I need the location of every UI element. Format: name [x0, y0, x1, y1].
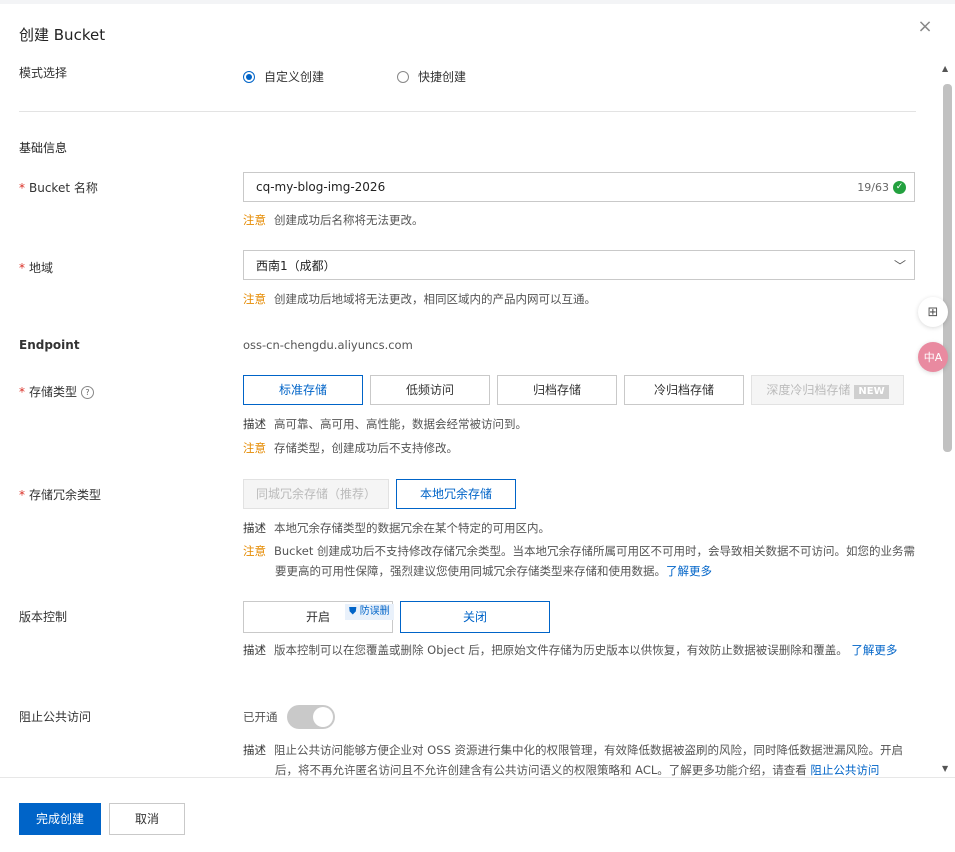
redundancy-label: * 存储冗余类型	[19, 488, 102, 502]
redundancy-zrs-button: 同城冗余存储（推荐）	[243, 479, 389, 509]
storage-deep-cold-archive-button: 深度冷归档存储 NEW	[751, 375, 904, 405]
endpoint-label: Endpoint	[19, 338, 80, 352]
anti-delete-badge: ⛊ 防误删	[345, 604, 394, 620]
storage-class-note: 注意 存储类型，创建成功后不支持修改。	[243, 441, 458, 455]
redundancy-desc: 描述 本地冗余存储类型的数据冗余在某个特定的可用区内。	[243, 521, 550, 535]
bucket-name-value: cq-my-blog-img-2026	[256, 180, 386, 194]
mode-custom-label: 自定义创建	[264, 70, 325, 84]
region-value: 西南1（成都）	[256, 258, 336, 273]
versioning-label: 版本控制	[19, 610, 68, 624]
section-title-basic: 基础信息	[19, 141, 68, 155]
new-tag: NEW	[854, 385, 889, 399]
redundancy-note: 注意 Bucket 创建成功后不支持修改存储冗余类型。当本地冗余存储所属可用区不可…	[243, 544, 915, 578]
scroll-down-icon[interactable]: ▼	[942, 764, 948, 773]
endpoint-value: oss-cn-chengdu.aliyuncs.com	[243, 338, 413, 352]
confirm-create-button[interactable]: 完成创建	[19, 803, 101, 835]
storage-standard-button[interactable]: 标准存储	[243, 375, 363, 405]
storage-ia-button[interactable]: 低频访问	[370, 375, 490, 405]
storage-archive-button[interactable]: 归档存储	[497, 375, 617, 405]
versioning-desc: 描述 版本控制可以在您覆盖或删除 Object 后，把原始文件存储为历史版本以供恢…	[243, 643, 898, 657]
check-circle-icon: ✓	[893, 180, 906, 194]
bucket-name-label: * Bucket 名称	[19, 181, 98, 195]
mode-label: 模式选择	[19, 66, 68, 80]
region-label: * 地域	[19, 261, 54, 275]
mode-quick-radio[interactable]: 快捷创建	[397, 68, 466, 85]
bucket-name-counter: 19/63	[857, 180, 889, 194]
help-icon[interactable]: ?	[81, 386, 95, 399]
grid-icon[interactable]: ⊞	[918, 297, 948, 327]
mode-quick-label: 快捷创建	[418, 70, 467, 84]
dialog-title: 创建 Bucket	[19, 26, 106, 44]
scroll-up-icon[interactable]: ▲	[942, 64, 948, 73]
bucket-name-input[interactable]: cq-my-blog-img-2026 19/63 ✓	[243, 172, 915, 202]
storage-class-label: * 存储类型?	[19, 383, 95, 400]
storage-cold-archive-button[interactable]: 冷归档存储	[624, 375, 744, 405]
mode-custom-radio[interactable]: 自定义创建	[243, 68, 324, 85]
region-note: 注意 创建成功后地域将无法更改，相同区域内的产品内网可以互通。	[243, 292, 596, 306]
public-block-label: 阻止公共访问	[19, 710, 92, 724]
region-select[interactable]: 西南1（成都） ﹀	[243, 250, 915, 280]
radio-checked-icon	[243, 70, 255, 83]
translate-icon[interactable]: 中A	[918, 342, 948, 372]
divider	[19, 111, 916, 112]
toggle-knob	[313, 707, 333, 727]
radio-unchecked-icon	[397, 70, 409, 83]
chevron-down-icon: ﹀	[893, 258, 906, 273]
public-block-desc: 描述 阻止公共访问能够方便企业对 OSS 资源进行集中化的权限管理，有效降低数据被…	[243, 743, 903, 776]
bucket-name-note: 注意 创建成功后名称将无法更改。	[243, 213, 424, 227]
storage-class-desc: 描述 高可靠、高可用、高性能，数据会经常被访问到。	[243, 417, 527, 431]
public-block-link[interactable]: 阻止公共访问	[810, 763, 879, 776]
versioning-off-button[interactable]: 关闭	[400, 601, 550, 633]
dialog-footer: 完成创建 取消	[0, 777, 955, 852]
scrollbar-thumb[interactable]	[943, 84, 952, 452]
public-block-toggle[interactable]	[287, 705, 335, 729]
versioning-learn-more-link[interactable]: 了解更多	[851, 643, 897, 657]
top-edge	[0, 0, 955, 4]
close-icon[interactable]: ×	[915, 16, 935, 38]
redundancy-lrs-button[interactable]: 本地冗余存储	[396, 479, 516, 509]
redundancy-learn-more-link[interactable]: 了解更多	[666, 564, 712, 578]
cancel-button[interactable]: 取消	[109, 803, 185, 835]
form-content: 模式选择 自定义创建 快捷创建 基础信息 * Bucket 名称 cq-my-bl…	[0, 56, 940, 776]
